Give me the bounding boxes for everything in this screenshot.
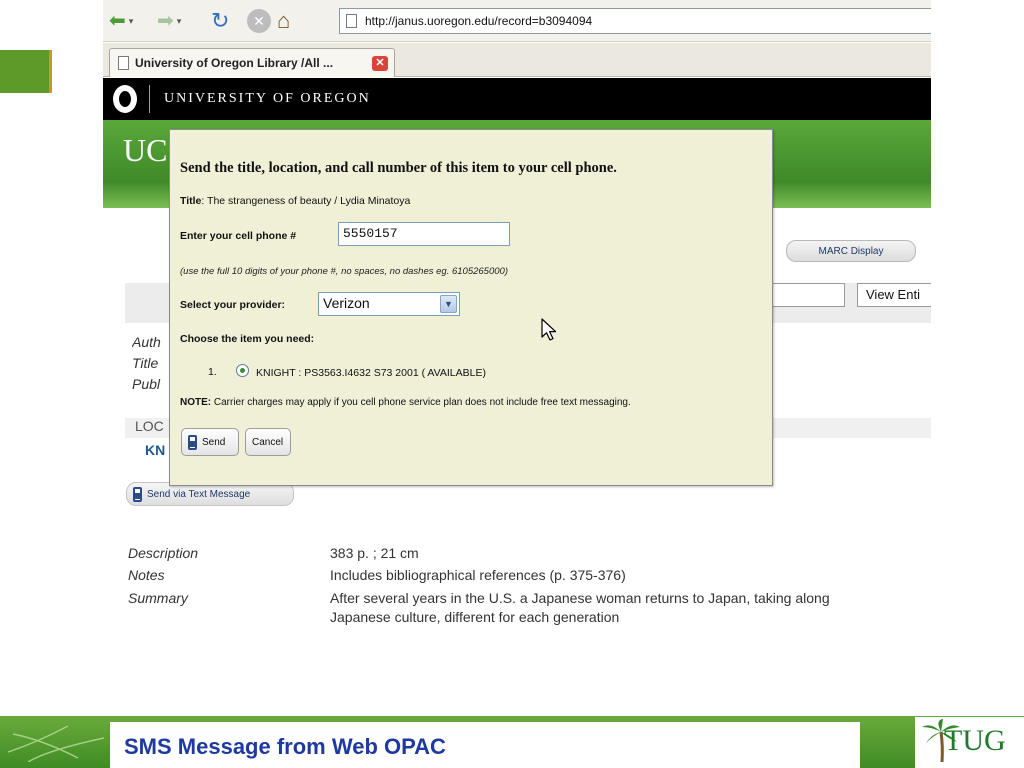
items-label-row: Choose the item you need: <box>180 333 314 345</box>
dialog-title-value: : The strangeness of beauty / Lydia Mina… <box>201 195 411 207</box>
browser-screenshot: ⬅ ▾ ➡ ▾ ↻ ✕ ⌂ http://janus.uoregon.edu/r… <box>103 0 931 640</box>
description-value: 383 p. ; 21 cm <box>330 545 419 561</box>
forward-button[interactable]: ➡ ▾ <box>157 9 181 33</box>
back-button[interactable]: ⬅ ▾ <box>109 9 133 33</box>
tab-strip: University of Oregon Library /All ... ✕ <box>103 43 931 77</box>
dialog-title-label: Title <box>180 195 202 207</box>
refresh-icon: ↻ <box>211 8 230 33</box>
university-name: UNIVERSITY OF OREGON <box>164 91 371 106</box>
item-number: 1. <box>208 366 217 378</box>
sms-dialog: Send the title, location, and call numbe… <box>169 129 773 486</box>
forward-history-dropdown-icon[interactable]: ▾ <box>177 9 182 33</box>
publisher-label: Publ <box>132 376 161 392</box>
phone-label: Enter your cell phone # <box>180 230 297 242</box>
note-text: Carrier charges may apply if you cell ph… <box>211 397 631 408</box>
tab-close-icon[interactable]: ✕ <box>372 56 388 71</box>
dialog-title-row: Title: The strangeness of beauty / Lydia… <box>180 195 410 207</box>
view-entire-button[interactable]: View Enti <box>857 283 931 307</box>
provider-select[interactable]: Verizon ▼ <box>318 292 460 316</box>
send-via-text-label: Send via Text Message <box>147 488 251 500</box>
page-icon <box>346 14 357 28</box>
home-button[interactable]: ⌂ <box>277 9 290 33</box>
university-header: UNIVERSITY OF OREGON <box>103 78 931 120</box>
back-history-dropdown-icon[interactable]: ▾ <box>129 9 134 33</box>
carrier-note: NOTE: Carrier charges may apply if you c… <box>180 397 631 408</box>
location-value-link[interactable]: KN <box>145 442 165 458</box>
slide-accent-square <box>0 50 52 93</box>
header-divider <box>149 85 150 113</box>
send-button[interactable]: Send <box>181 428 239 456</box>
title-label: Title <box>132 355 159 371</box>
mouse-pointer-icon <box>541 318 557 341</box>
home-icon: ⌂ <box>277 8 291 33</box>
forward-arrow-icon: ➡ <box>157 10 174 32</box>
tug-logo-text: TUG <box>944 724 1006 757</box>
uo-o-logo-icon <box>113 85 137 113</box>
summary-value-continued: Japanese culture, different for each gen… <box>330 609 620 625</box>
marc-display-button[interactable]: MARC Display <box>786 240 916 262</box>
library-banner-title: UC <box>123 132 168 168</box>
radio-selected-dot <box>240 368 245 373</box>
provider-selected-value: Verizon <box>323 295 370 311</box>
notes-value: Includes bibliographical references (p. … <box>330 567 626 583</box>
cancel-button-label: Cancel <box>252 436 284 448</box>
browser-toolbar: ⬅ ▾ ➡ ▾ ↻ ✕ ⌂ http://janus.uoregon.edu/r… <box>103 0 931 42</box>
stop-button[interactable]: ✕ <box>247 9 271 33</box>
tab-page-icon <box>118 56 129 70</box>
stop-icon: ✕ <box>253 13 265 29</box>
summary-value: After several years in the U.S. a Japane… <box>330 590 830 606</box>
provider-label: Select your provider: <box>180 299 286 311</box>
notes-label: Notes <box>128 567 165 583</box>
summary-label: Summary <box>128 590 188 606</box>
browser-tab[interactable]: University of Oregon Library /All ... ✕ <box>109 48 395 77</box>
chevron-down-icon[interactable]: ▼ <box>440 295 457 313</box>
dialog-heading: Send the title, location, and call numbe… <box>180 160 617 176</box>
back-arrow-icon: ⬅ <box>109 10 126 32</box>
refresh-button[interactable]: ↻ <box>211 9 229 33</box>
items-label: Choose the item you need: <box>180 333 315 345</box>
description-label: Description <box>128 545 199 561</box>
location-label: LOC <box>135 418 164 434</box>
tab-title: University of Oregon Library /All ... <box>135 56 334 70</box>
address-bar[interactable]: http://janus.uoregon.edu/record=b3094094 <box>339 8 931 34</box>
slide-title: SMS Message from Web OPAC <box>124 734 446 759</box>
note-label: NOTE: <box>180 397 212 408</box>
cancel-button[interactable]: Cancel <box>245 428 291 456</box>
phone-format-hint: (use the full 10 digits of your phone #,… <box>180 266 508 277</box>
item-call-number: KNIGHT : PS3563.I4632 S73 2001 ( AVAILAB… <box>256 367 486 379</box>
leaf-decoration-icon <box>8 725 104 762</box>
author-label: Auth <box>132 334 161 350</box>
send-phone-icon <box>188 434 197 450</box>
phone-label-row: Enter your cell phone # <box>180 230 296 242</box>
provider-label-row: Select your provider: <box>180 299 285 311</box>
address-url: http://janus.uoregon.edu/record=b3094094 <box>365 14 593 28</box>
cell-phone-icon <box>133 486 142 502</box>
cell-phone-input[interactable]: 5550157 <box>338 222 510 246</box>
item-radio-button[interactable] <box>236 364 249 377</box>
send-button-label: Send <box>202 436 226 448</box>
